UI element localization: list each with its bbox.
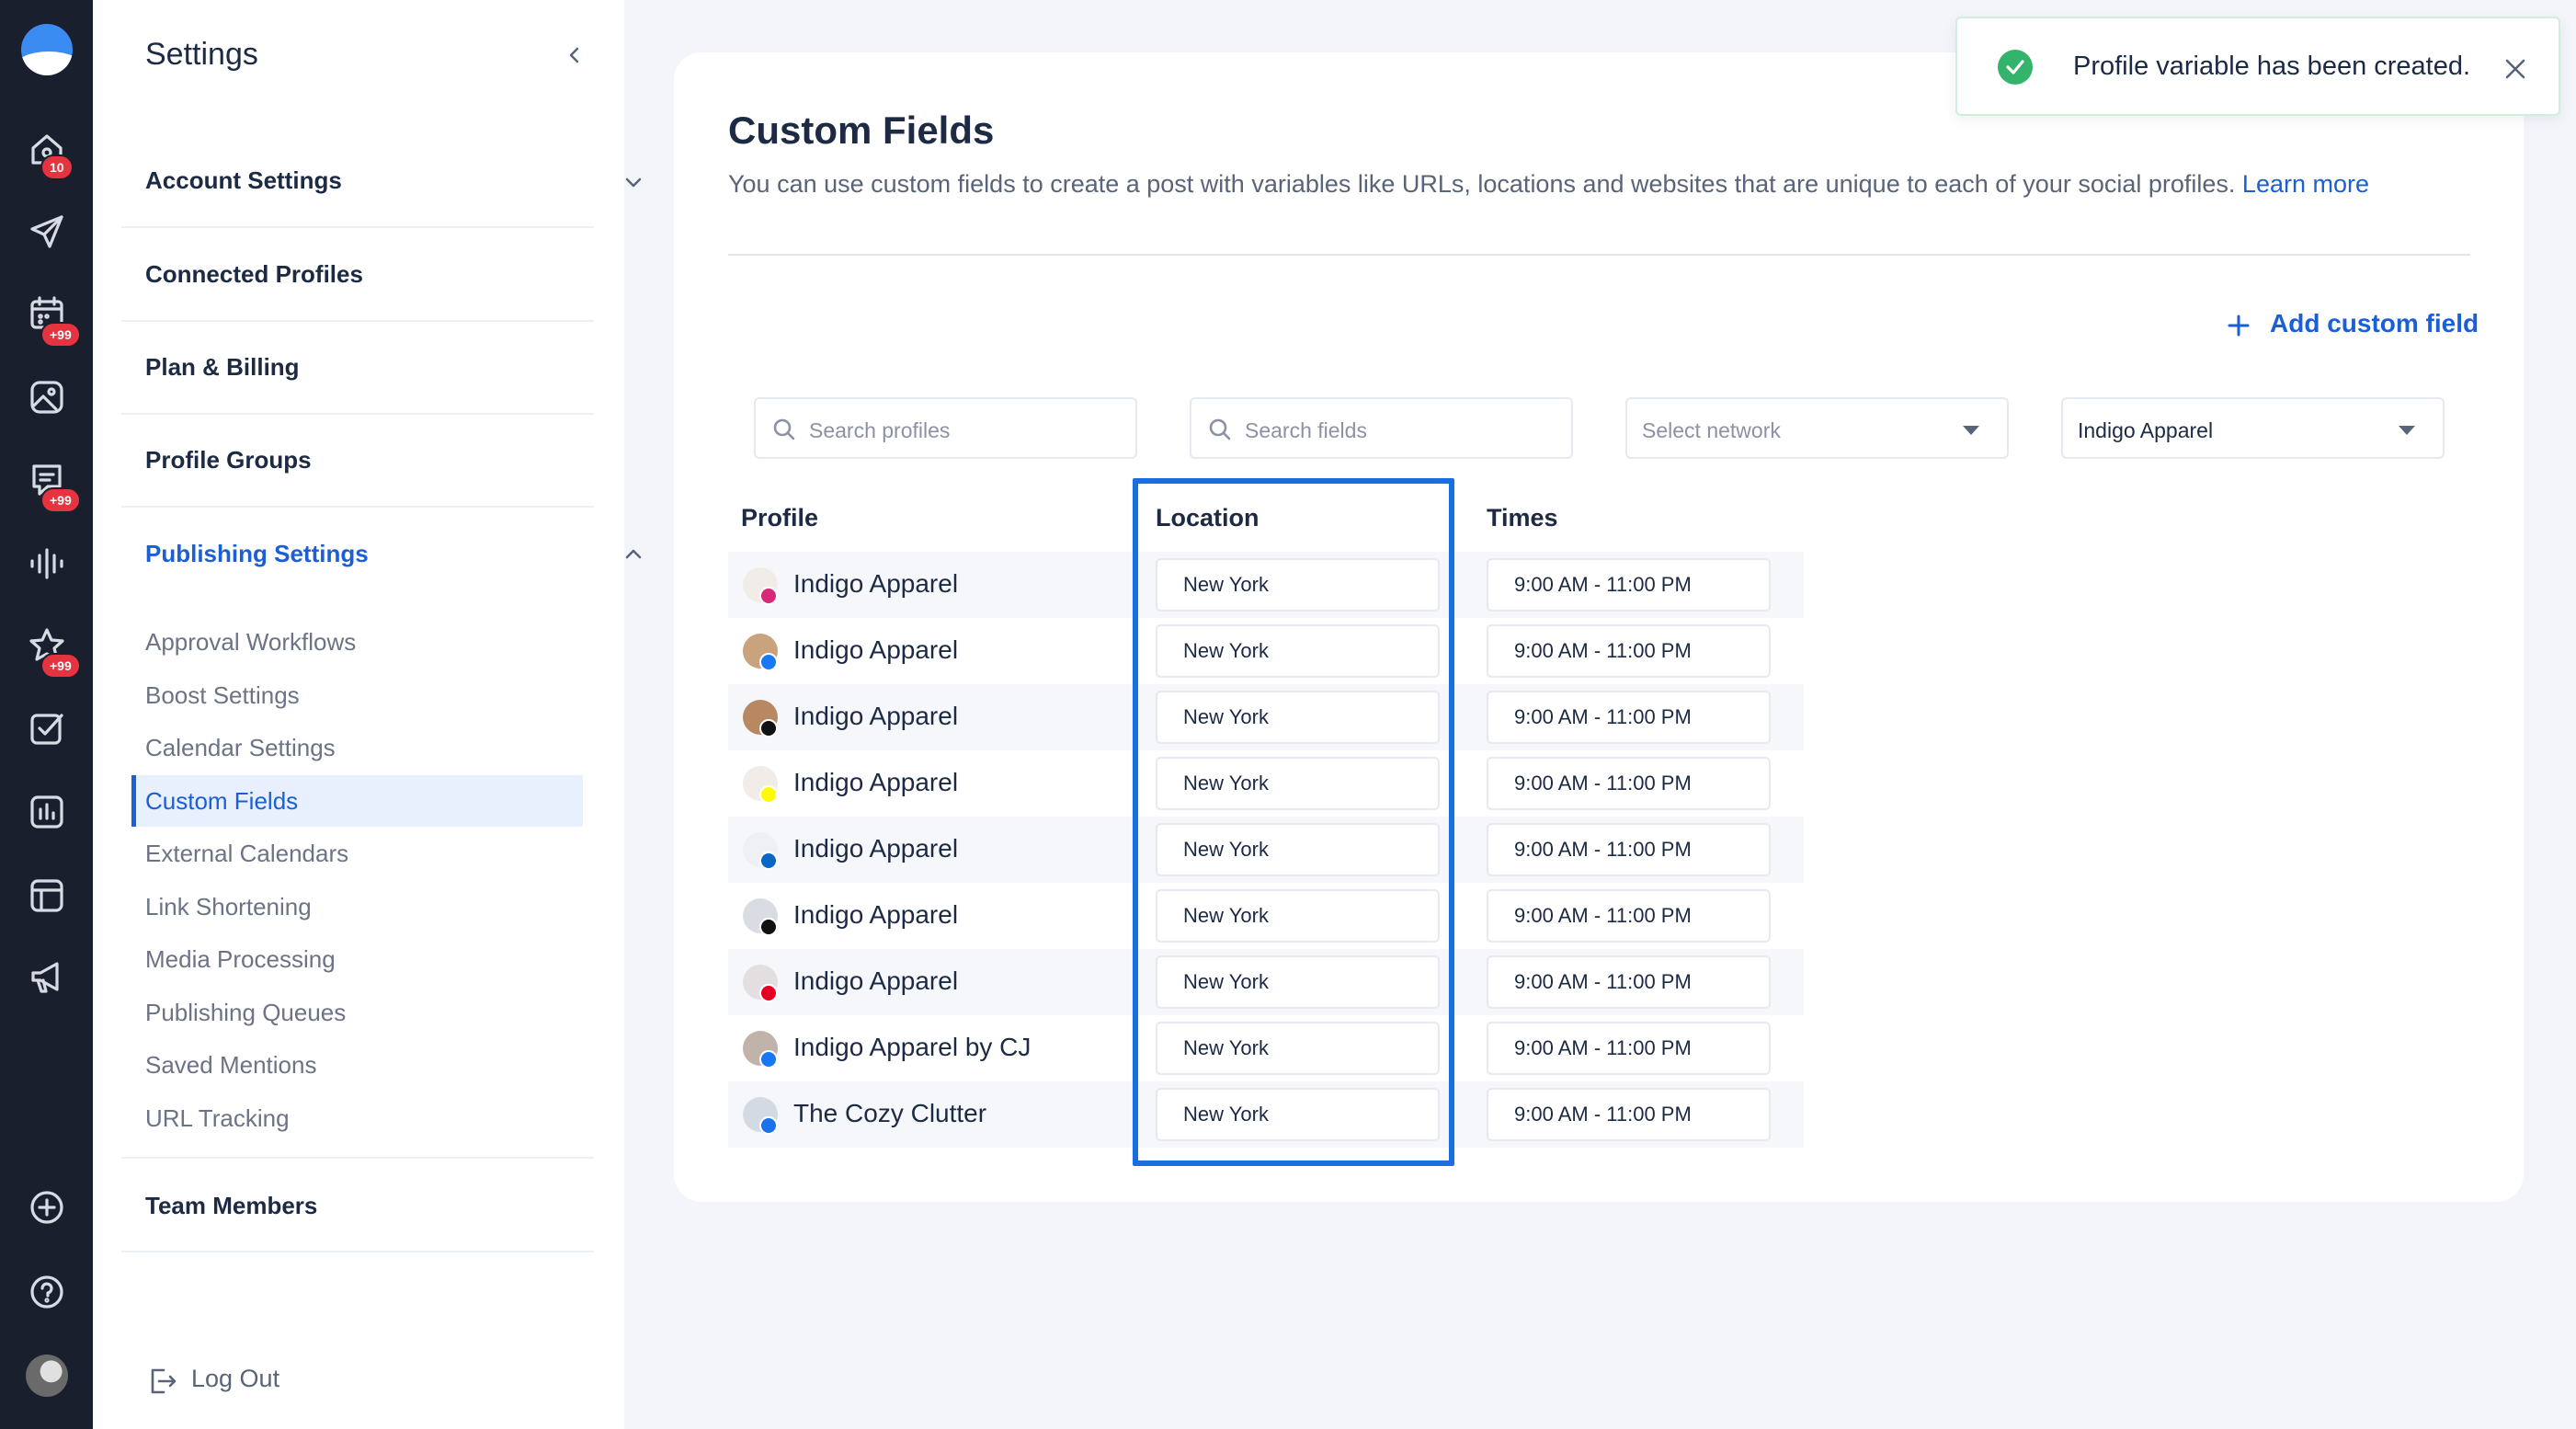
inbox-badge: +99 [40,487,81,513]
sidebar-item-external-calendars[interactable]: External Calendars [145,828,596,879]
sidebar-title: Settings [145,37,258,72]
chevron-up-icon[interactable] [622,543,644,566]
logout-link[interactable]: Log Out [191,1365,279,1393]
sidebar-section-team-members[interactable]: Team Members [145,1192,594,1220]
sidebar-item-media-processing[interactable]: Media Processing [145,933,596,985]
pinterest-icon [759,984,778,1002]
plus-icon[interactable] [2226,313,2251,338]
divider [121,226,594,228]
sidebar-item-calendar-settings[interactable]: Calendar Settings [145,722,596,773]
toast-message: Profile variable has been created. [2073,51,2471,81]
sidebar-section-connected-profiles[interactable]: Connected Profiles [145,260,594,289]
threads-icon [759,918,778,936]
profile-name: Indigo Apparel [793,635,959,664]
divider [121,1251,594,1252]
divider [121,320,594,322]
times-input[interactable]: 9:00 AM - 11:00 PM [1487,1088,1771,1141]
times-input[interactable]: 9:00 AM - 11:00 PM [1487,757,1771,810]
user-avatar[interactable] [26,1355,68,1397]
search-fields-input[interactable]: Search fields [1190,397,1573,459]
success-toast: Profile variable has been created. [1955,17,2560,116]
times-input[interactable]: 9:00 AM - 11:00 PM [1487,558,1771,612]
sidebar-item-link-shortening[interactable]: Link Shortening [145,881,596,932]
tasks-icon[interactable] [26,707,68,749]
check-circle-icon [1998,50,2033,85]
linkedin-icon [759,852,778,870]
sidebar-item-url-tracking[interactable]: URL Tracking [145,1092,596,1144]
caret-down-icon [2399,426,2415,435]
times-input[interactable]: 9:00 AM - 11:00 PM [1487,955,1771,1009]
close-icon[interactable] [2503,57,2527,81]
chevron-left-icon[interactable] [564,44,586,66]
search-icon [772,417,796,441]
listening-icon[interactable] [26,543,68,585]
sidebar-section-publishing-settings[interactable]: Publishing Settings [145,540,594,568]
column-header-times: Times [1487,504,1558,532]
analytics-icon[interactable] [26,791,68,833]
app-logo[interactable] [21,24,73,75]
divider [121,1157,594,1159]
select-network-dropdown[interactable]: Select network [1625,397,2009,459]
add-custom-field-button[interactable]: Add custom field [2270,309,2479,338]
times-input[interactable]: 9:00 AM - 11:00 PM [1487,1022,1771,1075]
add-icon[interactable] [26,1186,68,1229]
calendar-badge: +99 [40,322,81,348]
times-input[interactable]: 9:00 AM - 11:00 PM [1487,823,1771,876]
send-icon[interactable] [26,211,68,253]
divider [121,413,594,415]
sidebar-section-profile-groups[interactable]: Profile Groups [145,446,594,474]
tiktok-icon [759,719,778,737]
layout-icon[interactable] [26,875,68,917]
divider [728,254,2470,256]
home-badge: 10 [40,154,74,180]
caret-down-icon [1963,426,1979,435]
sidebar-item-boost-settings[interactable]: Boost Settings [145,669,596,721]
profile-name: Indigo Apparel by CJ [793,1033,1032,1061]
snapchat-icon [759,785,778,804]
location-column-highlight [1133,478,1454,1166]
google-business-icon [759,1116,778,1135]
page-description: You can use custom fields to create a po… [728,170,2369,198]
search-profiles-input[interactable]: Search profiles [754,397,1137,459]
sidebar-item-approval-workflows[interactable]: Approval Workflows [145,616,596,668]
instagram-icon [759,587,778,605]
sidebar-item-publishing-queues[interactable]: Publishing Queues [145,987,596,1038]
facebook-icon [759,1050,778,1069]
profile-name: Indigo Apparel [793,768,959,796]
times-input[interactable]: 9:00 AM - 11:00 PM [1487,691,1771,744]
settings-sidebar: Settings Account Settings Connected Prof… [93,0,642,1429]
profile-name: Indigo Apparel [793,702,959,730]
profile-group-dropdown[interactable]: Indigo Apparel [2061,397,2445,459]
profile-name: Indigo Apparel [793,834,959,863]
profile-name: The Cozy Clutter [793,1099,987,1127]
search-icon [1208,417,1232,441]
profile-name: Indigo Apparel [793,569,959,598]
profile-name: Indigo Apparel [793,966,959,995]
campaign-icon[interactable] [26,956,68,999]
sidebar-item-custom-fields[interactable]: Custom Fields [131,775,583,827]
icon-rail: 10 +99 +99 +99 [0,0,93,1429]
times-input[interactable]: 9:00 AM - 11:00 PM [1487,889,1771,943]
reviews-badge: +99 [40,653,81,679]
learn-more-link[interactable]: Learn more [2242,170,2369,198]
facebook-icon [759,653,778,671]
profile-name: Indigo Apparel [793,900,959,929]
page-title: Custom Fields [728,109,995,152]
divider [121,506,594,508]
column-header-profile: Profile [741,504,819,532]
logout-icon[interactable] [145,1365,178,1398]
help-icon[interactable] [26,1271,68,1313]
sidebar-item-saved-mentions[interactable]: Saved Mentions [145,1039,596,1091]
times-input[interactable]: 9:00 AM - 11:00 PM [1487,624,1771,678]
sidebar-section-account-settings[interactable]: Account Settings [145,166,594,195]
chevron-down-icon[interactable] [622,171,644,193]
media-icon[interactable] [26,376,68,418]
sidebar-section-plan-billing[interactable]: Plan & Billing [145,353,594,382]
